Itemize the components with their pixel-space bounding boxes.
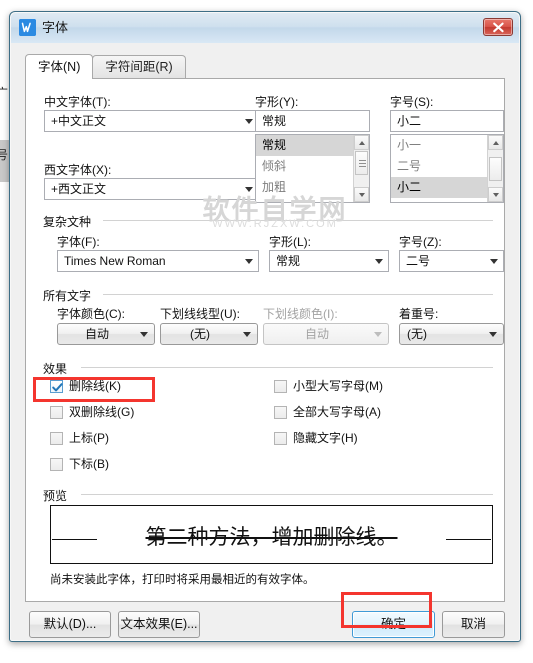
group-divider bbox=[81, 367, 493, 368]
tab-font[interactable]: 字体(N) bbox=[25, 54, 94, 79]
chevron-down-icon bbox=[489, 332, 497, 337]
effects-caption: 效果 bbox=[43, 360, 73, 377]
underline-color-label: 下划线颜色(I): bbox=[263, 307, 338, 321]
tab-strip: 字体(N) 字符间距(R) bbox=[25, 54, 186, 79]
checkbox-box bbox=[50, 458, 63, 471]
complex-font-combo[interactable]: Times New Roman bbox=[57, 250, 259, 272]
emphasis-mark-value: (无) bbox=[407, 327, 427, 341]
chevron-down-icon bbox=[490, 259, 498, 264]
scroll-down-icon[interactable] bbox=[354, 187, 369, 202]
font-settings-panel: 中文字体(T): +中文正文 西文字体(X): +西文正文 字形(Y): 常规 … bbox=[25, 78, 505, 602]
font-dialog: 字体 字体(N) 字符间距(R) 中文字体(T): +中文正文 西文字体(X):… bbox=[9, 11, 521, 642]
chinese-font-combo[interactable]: +中文正文 bbox=[44, 110, 259, 132]
checkbox-box bbox=[274, 432, 287, 445]
chinese-font-value: +中文正文 bbox=[51, 114, 107, 128]
underline-style-combo[interactable]: (无) bbox=[160, 323, 258, 345]
checkbox-label: 全部大写字母(A) bbox=[293, 405, 381, 419]
font-style-listbox[interactable]: 常规 倾斜 加粗 bbox=[255, 134, 370, 203]
checkbox-label: 隐藏文字(H) bbox=[293, 431, 358, 445]
chevron-down-icon bbox=[140, 332, 148, 337]
checkbox-box bbox=[50, 406, 63, 419]
preview-note: 尚未安装此字体，打印时将采用最相近的有效字体。 bbox=[50, 574, 315, 586]
font-color-label: 字体颜色(C): bbox=[57, 307, 125, 321]
underline-style-label: 下划线线型(U): bbox=[160, 307, 240, 321]
font-size-value: 小二 bbox=[397, 114, 422, 128]
underline-style-value: (无) bbox=[190, 327, 210, 341]
scroll-down-icon[interactable] bbox=[488, 187, 503, 202]
western-font-label: 西文字体(X): bbox=[44, 163, 112, 177]
checkbox-label: 上标(P) bbox=[69, 431, 109, 445]
close-icon[interactable] bbox=[483, 18, 513, 36]
complex-script-caption: 复杂文种 bbox=[43, 213, 97, 230]
complex-font-value: Times New Roman bbox=[64, 254, 166, 268]
underline-color-combo: 自动 bbox=[263, 323, 389, 345]
complex-style-combo[interactable]: 常规 bbox=[269, 250, 389, 272]
font-style-input[interactable]: 常规 bbox=[255, 110, 370, 132]
font-size-label: 字号(S): bbox=[390, 95, 434, 109]
chinese-font-label: 中文字体(T): bbox=[44, 95, 111, 109]
western-font-value: +西文正文 bbox=[51, 182, 107, 196]
preview-sample-text: 第二种方法，增加删除线。 bbox=[145, 525, 398, 549]
chevron-down-icon bbox=[374, 332, 382, 337]
preview-box: 第二种方法，增加删除线。 bbox=[50, 505, 493, 564]
tab-character-spacing[interactable]: 字符间距(R) bbox=[92, 55, 186, 79]
scrollbar-thumb[interactable] bbox=[489, 157, 502, 181]
complex-style-label: 字形(L): bbox=[269, 235, 312, 249]
dialog-client-area: 字体(N) 字符间距(R) 中文字体(T): +中文正文 西文字体(X): +西… bbox=[11, 43, 519, 640]
font-color-value: 自动 bbox=[84, 327, 109, 341]
group-divider bbox=[103, 220, 493, 221]
complex-size-combo[interactable]: 二号 bbox=[399, 250, 504, 272]
all-text-caption: 所有文字 bbox=[43, 287, 97, 304]
complex-font-label: 字体(F): bbox=[57, 235, 100, 249]
scroll-up-icon[interactable] bbox=[354, 135, 369, 150]
wps-writer-icon bbox=[19, 19, 36, 36]
chevron-down-icon bbox=[245, 187, 253, 192]
font-size-input[interactable]: 小二 bbox=[390, 110, 504, 132]
annotation-ok-highlight bbox=[341, 592, 432, 628]
cancel-button[interactable]: 取消 bbox=[442, 611, 505, 638]
background-text-line: 号 bbox=[0, 148, 9, 162]
checkbox-box bbox=[274, 406, 287, 419]
complex-style-value: 常规 bbox=[276, 254, 301, 268]
underline-color-value: 自动 bbox=[304, 327, 329, 341]
complex-size-value: 二号 bbox=[406, 254, 431, 268]
chevron-down-icon bbox=[375, 259, 383, 264]
group-divider bbox=[103, 294, 493, 295]
chevron-down-icon bbox=[243, 332, 251, 337]
checkbox-box bbox=[274, 380, 287, 393]
scroll-up-icon[interactable] bbox=[488, 135, 503, 150]
window-title: 字体 bbox=[42, 20, 69, 35]
font-style-value: 常规 bbox=[262, 114, 287, 128]
background-text-line: 广 bbox=[0, 86, 9, 100]
western-font-combo[interactable]: +西文正文 bbox=[44, 178, 259, 200]
complex-size-label: 字号(Z): bbox=[399, 235, 442, 249]
checkbox-label: 下标(B) bbox=[69, 457, 109, 471]
checkbox-box bbox=[50, 432, 63, 445]
font-style-label: 字形(Y): bbox=[255, 95, 299, 109]
font-color-combo[interactable]: 自动 bbox=[57, 323, 155, 345]
checkbox-label: 双删除线(G) bbox=[69, 405, 135, 419]
title-bar[interactable]: 字体 bbox=[11, 13, 519, 44]
font-size-listbox[interactable]: 小一 二号 小二 bbox=[390, 134, 504, 203]
emphasis-mark-combo[interactable]: (无) bbox=[399, 323, 504, 345]
scrollbar-thumb[interactable] bbox=[355, 151, 368, 175]
group-divider bbox=[81, 494, 493, 495]
chevron-down-icon bbox=[245, 119, 253, 124]
annotation-strikethrough-highlight bbox=[33, 377, 155, 402]
preview-caption: 预览 bbox=[43, 487, 73, 504]
emphasis-mark-label: 着重号: bbox=[399, 307, 439, 321]
chevron-down-icon bbox=[245, 259, 253, 264]
text-effects-button[interactable]: 文本效果(E)... bbox=[118, 611, 200, 638]
checkbox-label: 小型大写字母(M) bbox=[293, 379, 383, 393]
default-button[interactable]: 默认(D)... bbox=[29, 611, 111, 638]
scrollbar-vertical[interactable] bbox=[487, 135, 503, 202]
scrollbar-vertical[interactable] bbox=[353, 135, 369, 202]
